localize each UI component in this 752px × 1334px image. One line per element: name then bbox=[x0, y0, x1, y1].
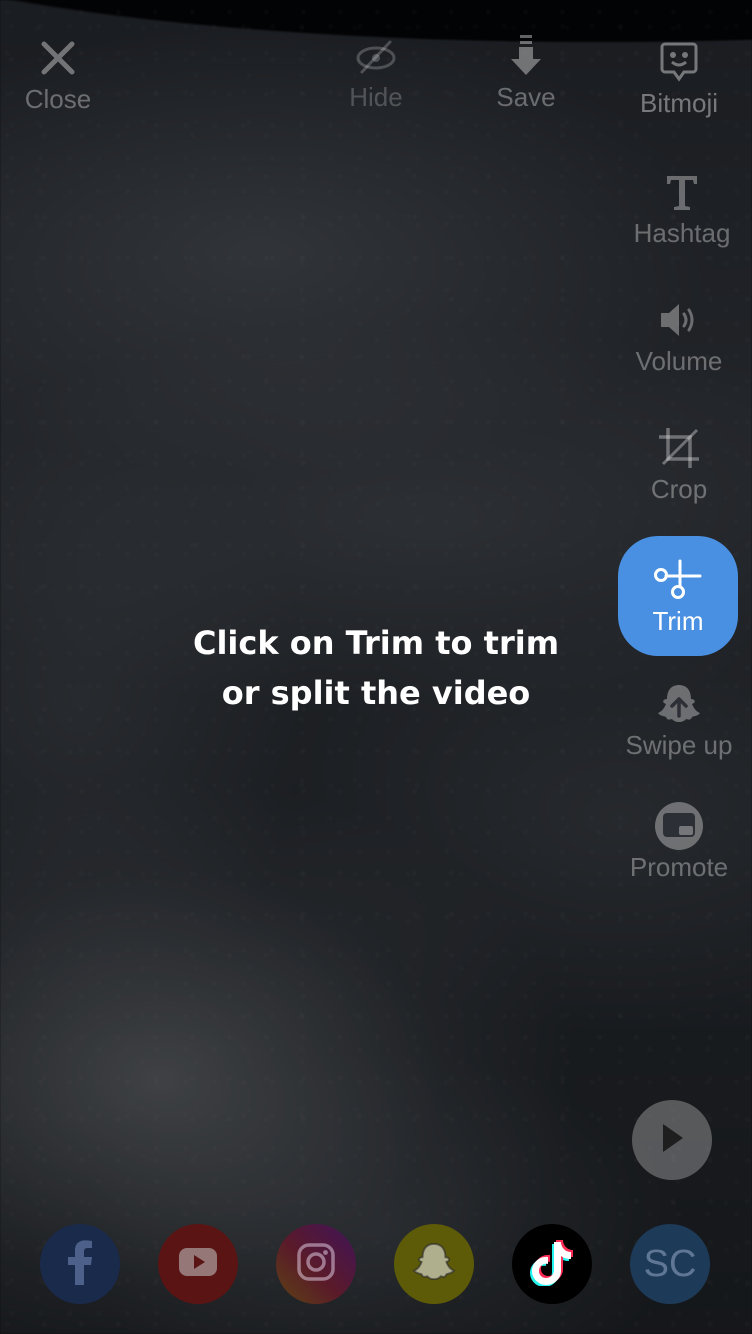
save-button[interactable]: Save bbox=[480, 32, 572, 114]
share-sc-button[interactable]: SC bbox=[630, 1224, 710, 1304]
hide-label: Hide bbox=[349, 82, 403, 112]
share-instagram-button[interactable] bbox=[276, 1224, 356, 1304]
facebook-icon bbox=[66, 1239, 94, 1290]
tutorial-hint: Click on Trim to trim or split the video bbox=[150, 618, 602, 718]
instagram-icon bbox=[296, 1242, 336, 1287]
play-button[interactable] bbox=[632, 1100, 712, 1180]
scissors-icon bbox=[652, 555, 704, 603]
hint-line-1: Click on Trim to trim bbox=[192, 624, 560, 662]
play-icon bbox=[657, 1122, 687, 1159]
close-button[interactable]: Close bbox=[14, 34, 102, 116]
swipe-up-label: Swipe up bbox=[625, 730, 733, 760]
swipe-up-button[interactable]: Swipe up bbox=[614, 680, 744, 762]
share-bar: SC bbox=[0, 1224, 752, 1304]
trim-button[interactable]: Trim bbox=[618, 536, 738, 656]
bitmoji-label: Bitmoji bbox=[639, 88, 718, 118]
crop-icon bbox=[657, 424, 701, 472]
crop-label: Crop bbox=[650, 474, 708, 504]
hashtag-button[interactable]: Hashtag bbox=[620, 168, 744, 250]
promote-button[interactable]: Promote bbox=[618, 802, 740, 884]
eye-slash-icon bbox=[354, 32, 398, 80]
hide-button[interactable]: Hide bbox=[330, 32, 422, 114]
close-icon bbox=[40, 34, 76, 82]
swipe-up-icon bbox=[656, 680, 702, 728]
share-youtube-button[interactable] bbox=[158, 1224, 238, 1304]
hint-line-2: or split the video bbox=[221, 674, 531, 712]
volume-icon bbox=[657, 296, 701, 344]
share-facebook-button[interactable] bbox=[40, 1224, 120, 1304]
video-editor-screen: Close Hide Save Bitmoji Hashtag Volume C… bbox=[0, 0, 752, 1334]
tiktok-icon bbox=[530, 1238, 574, 1291]
bitmoji-button[interactable]: Bitmoji bbox=[620, 38, 738, 120]
close-label: Close bbox=[24, 84, 92, 114]
sc-icon: SC bbox=[643, 1242, 697, 1285]
share-snapchat-button[interactable] bbox=[394, 1224, 474, 1304]
promote-label: Promote bbox=[629, 852, 729, 882]
volume-label: Volume bbox=[635, 346, 723, 376]
youtube-icon bbox=[178, 1247, 218, 1282]
download-icon bbox=[508, 32, 544, 80]
crop-button[interactable]: Crop bbox=[620, 424, 738, 506]
volume-button[interactable]: Volume bbox=[620, 296, 738, 378]
hashtag-label: Hashtag bbox=[633, 218, 731, 248]
picture-in-picture-icon bbox=[652, 802, 706, 850]
share-tiktok-button[interactable] bbox=[512, 1224, 592, 1304]
save-label: Save bbox=[496, 82, 556, 112]
text-icon bbox=[664, 168, 700, 216]
trim-label: Trim bbox=[652, 606, 704, 636]
bitmoji-icon bbox=[660, 38, 698, 86]
snapchat-icon bbox=[412, 1241, 456, 1288]
